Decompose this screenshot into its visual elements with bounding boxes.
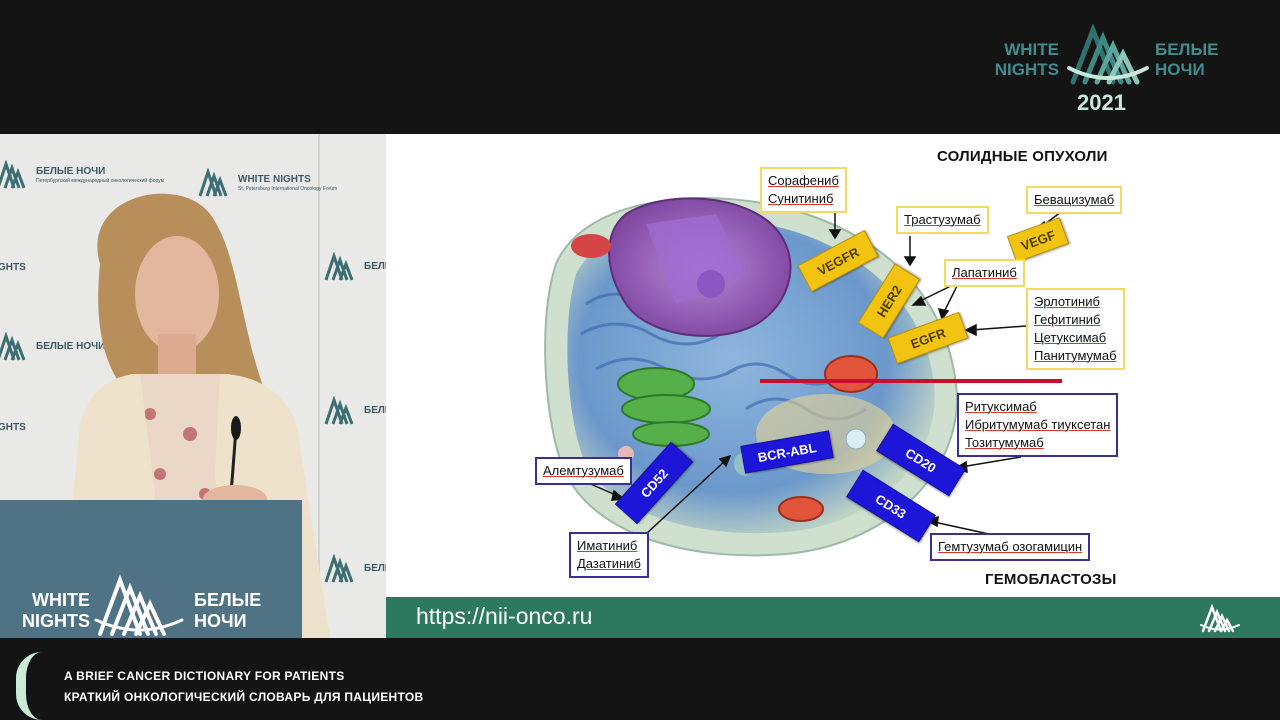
drug-box-egfr: Эрлотиниб Гефитиниб Цетуксимаб Панитумум… (1026, 288, 1125, 370)
white-nights-logo-icon (0, 332, 26, 361)
event-logo-ru-line2: НОЧИ (1155, 60, 1205, 79)
drug-erlotinib: Эрлотиниб (1034, 294, 1100, 309)
backdrop-logo-en-left: NIGHTS (0, 262, 26, 274)
slide-title-solid-tumors: СОЛИДНЫЕ ОПУХОЛИ (937, 148, 1108, 165)
caption-bracket (16, 652, 46, 720)
drug-sunitinib: Сунитиниб (768, 191, 834, 206)
institute-url: https://nii-onco.ru (416, 603, 593, 629)
podium-logo-en-line2: NIGHTS (21, 611, 90, 631)
presentation-slide: СОЛИДНЫЕ ОПУХОЛИ ГЕМОБЛАСТОЗЫ VEGFR HER2… (386, 134, 1280, 597)
white-nights-logo-icon (0, 160, 26, 189)
drug-panitumumab: Панитумумаб (1034, 348, 1117, 363)
white-nights-logo-icon (94, 574, 184, 636)
target-bcr-abl-label: BCR-ABL (756, 439, 818, 465)
ligand-vegf-label: VEGF (1018, 226, 1058, 254)
drug-box-cd20: Ритуксимаб Ибритумумаб тиуксетан Тозитум… (957, 393, 1119, 457)
drug-box-her2-egfr: Лапатиниб (944, 259, 1025, 287)
drug-gefitinib: Гефитиниб (1034, 312, 1101, 327)
receptor-cd33-label: CD33 (872, 490, 910, 522)
drug-dasatinib: Дазатиниб (577, 556, 641, 571)
event-logo-ru-line1: БЕЛЫЕ (1155, 40, 1219, 59)
receptor-egfr-label: EGFR (908, 324, 948, 352)
speaker-video: БЕЛЫЕ НОЧИ Петербургский международный о… (0, 134, 386, 638)
event-logo-en-line1: WHITE (1004, 40, 1059, 59)
caption-english: A BRIEF CANCER DICTIONARY FOR PATIENTS (64, 669, 345, 683)
drug-box-cd52: Алемтузумаб (535, 457, 632, 485)
drug-bevacizumab: Бевацизумаб (1034, 192, 1115, 207)
drug-rituximab: Ритуксимаб (965, 399, 1037, 414)
backdrop-logo-en-left-2: NIGHTS (0, 422, 26, 434)
backdrop-logo-ru-right-3-text: БЕЛЫЕ (364, 563, 386, 574)
drug-trastuzumab: Трастузумаб (904, 212, 981, 227)
drug-imatinib: Иматиниб (577, 538, 638, 553)
podium-logo-ru: БЕЛЫЕ НОЧИ (194, 590, 284, 632)
drug-sorafenib: Сорафениб (768, 173, 839, 188)
white-nights-logo-icon (1067, 24, 1149, 85)
event-year: 2021 (1077, 90, 1126, 115)
receptor-cd20-label: CD20 (902, 444, 940, 476)
drug-gemtuzumab-ozogamicin: Гемтузумаб озогамицин (938, 539, 1083, 554)
podium-logo-en-line1: WHITE (32, 590, 90, 610)
slide-footer-bar: https://nii-onco.ru (386, 597, 1280, 638)
drug-alemtuzumab: Алемтузумаб (543, 463, 624, 478)
podium-logo-en: WHITE NIGHTS (12, 590, 90, 632)
white-nights-logo-icon (1200, 603, 1240, 633)
organelle-red (571, 234, 611, 258)
event-logo-en-line2: NIGHTS (994, 60, 1059, 79)
video-frame: WHITE NIGHTS БЕЛЫЕ НОЧИ 2021 БЕЛЫЕ НОЧИ … (0, 0, 1280, 720)
event-logo-en: WHITE NIGHTS (985, 40, 1059, 80)
drug-ibritumomab-tiuxetan: Ибритумумаб тиуксетан (965, 417, 1111, 432)
backdrop-logo-en-left-text: NIGHTS (0, 262, 26, 273)
podium-logo-ru-line1: БЕЛЫЕ (194, 590, 262, 610)
caption-russian: КРАТКИЙ ОНКОЛОГИЧЕСКИЙ СЛОВАРЬ ДЛЯ ПАЦИЕ… (64, 690, 424, 704)
drug-box-cd33: Гемтузумаб озогамицин (930, 533, 1091, 561)
backdrop-logo-ru-right-2-text: БЕЛЫЕ (364, 405, 386, 416)
drug-lapatinib: Лапатиниб (952, 265, 1017, 280)
event-logo-ru: БЕЛЫЕ НОЧИ (1155, 40, 1235, 80)
mitochondrion (824, 355, 878, 393)
backdrop-logo-en-left-2-text: NIGHTS (0, 422, 26, 433)
backdrop-logo-ru-right-text: БЕЛЫЕ (364, 261, 386, 272)
nucleolus (697, 270, 725, 298)
slide-title-hemoblastoses: ГЕМОБЛАСТОЗЫ (985, 571, 1117, 588)
podium-logo-ru-line2: НОЧИ (194, 611, 247, 631)
drug-box-vegfr: Сорафениб Сунитиниб (760, 167, 847, 213)
event-logo: WHITE NIGHTS БЕЛЫЕ НОЧИ 2021 (985, 24, 1230, 119)
drug-tositumomab: Тозитумумаб (965, 435, 1044, 450)
drug-box-vegf: Бевацизумаб (1026, 186, 1123, 214)
mitochondrion-2 (778, 496, 824, 522)
drug-box-bcr-abl: Иматиниб Дазатиниб (569, 532, 649, 578)
drug-box-her2: Трастузумаб (896, 206, 989, 234)
drug-cetuximab: Цетуксимаб (1034, 330, 1107, 345)
